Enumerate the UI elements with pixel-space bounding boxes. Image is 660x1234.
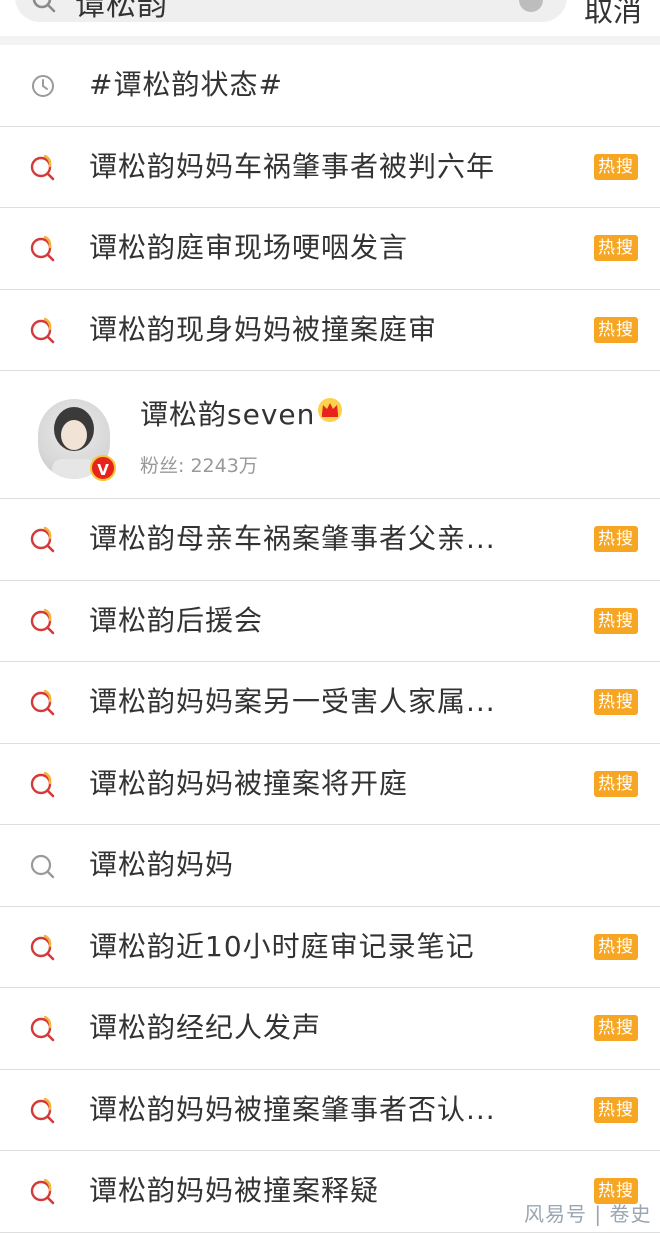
suggestion-item[interactable]: 谭松韵妈妈案另一受害人家属... 热搜 [0, 662, 660, 744]
hot-search-icon [30, 771, 55, 797]
suggestion-item[interactable]: 谭松韵庭审现场哽咽发言 热搜 [0, 208, 660, 290]
suggestion-item[interactable]: 谭松韵经纪人发声 热搜 [0, 988, 660, 1070]
history-item[interactable]: #谭松韵状态# [0, 45, 660, 127]
cancel-button[interactable]: 取消 [584, 0, 642, 30]
suggestion-item[interactable]: 谭松韵后援会 热搜 [0, 581, 660, 662]
search-query-text: 谭松韵 [75, 0, 168, 23]
search-input[interactable]: 谭松韵 [15, 0, 567, 23]
user-name: 谭松韵seven [140, 398, 316, 431]
suggestion-label: 谭松韵妈妈被撞案释疑 [89, 1174, 380, 1207]
suggestion-label: 谭松韵后援会 [89, 603, 264, 637]
hot-badge: 热搜 [594, 316, 638, 343]
hot-search-icon [30, 235, 55, 262]
suggestion-label: 谭松韵妈妈案另一受害人家属... [89, 685, 496, 718]
clear-search-icon[interactable] [519, 0, 543, 12]
hot-badge: 热搜 [594, 607, 638, 634]
search-icon [30, 854, 55, 879]
user-card[interactable]: V 谭松韵seven 粉丝: 2243万 [0, 371, 660, 499]
hot-search-icon [30, 934, 55, 960]
clock-icon [32, 75, 54, 97]
history-item-label: #谭松韵状态# [89, 68, 283, 101]
hot-search-icon [30, 689, 55, 716]
suggestion-label: 谭松韵经纪人发声 [89, 1011, 322, 1044]
suggestion-item[interactable]: 谭松韵妈妈 [0, 825, 660, 907]
hot-badge: 热搜 [594, 526, 638, 552]
suggestion-item[interactable]: 谭松韵妈妈被撞案将开庭 热搜 [0, 744, 660, 825]
suggestion-label: 谭松韵妈妈车祸肇事者被判六年 [89, 149, 496, 183]
hot-badge: 热搜 [594, 933, 638, 960]
hot-search-icon [30, 608, 55, 634]
suggestion-label: 谭松韵现身妈妈被撞案庭审 [89, 312, 438, 346]
avatar[interactable]: V [38, 399, 116, 481]
suggestion-item[interactable]: 谭松韵现身妈妈被撞案庭审 热搜 [0, 290, 660, 371]
suggestion-label: 谭松韵妈妈被撞案肇事者否认... [89, 1092, 496, 1126]
search-icon [32, 0, 56, 13]
follower-count: 粉丝: 2243万 [140, 455, 258, 477]
verified-badge-icon: V [90, 455, 116, 481]
suggestion-label: 谭松韵庭审现场哽咽发言 [89, 231, 409, 264]
hot-badge: 热搜 [594, 1096, 638, 1123]
suggestion-label: 谭松韵母亲车祸案肇事者父亲... [89, 522, 496, 555]
hot-badge: 热搜 [594, 770, 638, 797]
suggestion-list: #谭松韵状态# 谭松韵妈妈车祸肇事者被判六年 热搜 谭松韵庭审现场哽咽发言 热搜 谭松韵… [0, 45, 660, 1233]
hot-badge: 热搜 [594, 235, 638, 261]
suggestion-item[interactable]: 谭松韵母亲车祸案肇事者父亲... 热搜 [0, 499, 660, 581]
suggestion-item[interactable]: 谭松韵妈妈被撞案肇事者否认... 热搜 [0, 1070, 660, 1151]
suggestion-item[interactable]: 谭松韵近10小时庭审记录笔记 热搜 [0, 907, 660, 988]
hot-search-icon [30, 1178, 55, 1205]
hot-search-icon [30, 1015, 55, 1042]
watermark: 风易号 | 卷史 [524, 1202, 652, 1226]
hot-badge: 热搜 [594, 689, 638, 715]
hot-search-icon [30, 1097, 55, 1123]
suggestion-item[interactable]: 谭松韵妈妈车祸肇事者被判六年 热搜 [0, 127, 660, 208]
hot-search-icon [30, 154, 55, 180]
suggestion-label: 谭松韵近10小时庭审记录笔记 [89, 929, 475, 963]
hot-badge: 热搜 [594, 153, 638, 180]
search-bar: 谭松韵 取消 [0, 0, 660, 36]
hot-search-icon [30, 526, 55, 553]
hot-badge: 热搜 [594, 1015, 638, 1041]
suggestion-label: 谭松韵妈妈 [89, 848, 235, 881]
divider [0, 36, 660, 45]
suggestion-label: 谭松韵妈妈被撞案将开庭 [89, 766, 409, 800]
hot-search-icon [30, 317, 55, 343]
crown-icon [318, 398, 342, 422]
